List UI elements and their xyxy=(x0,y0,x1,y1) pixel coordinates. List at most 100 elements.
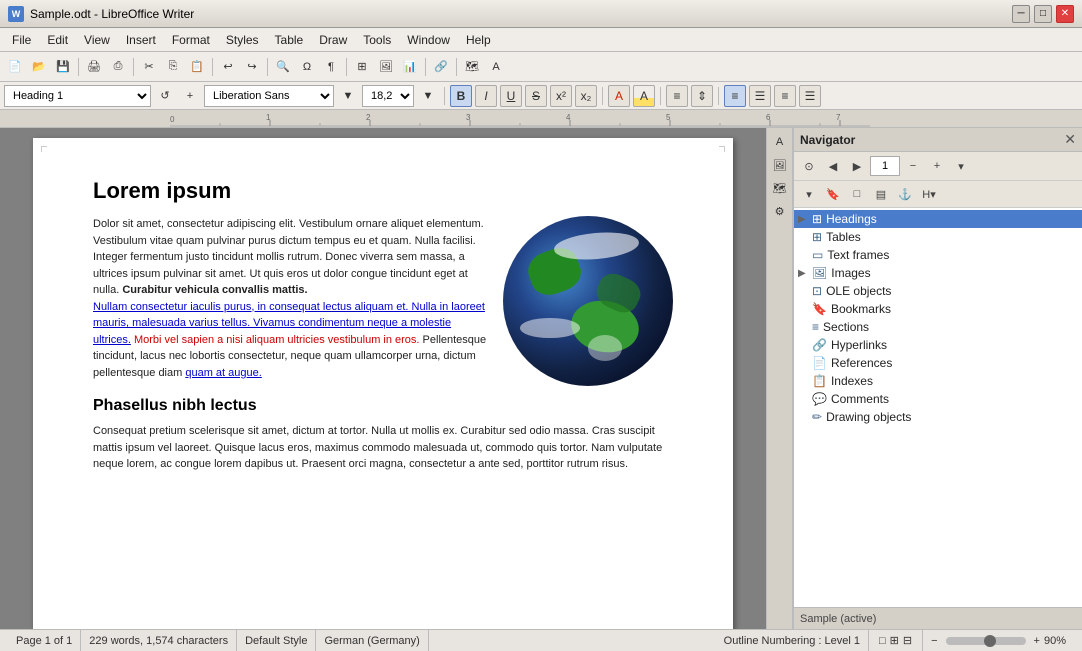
para1-red: Morbi vel sapien a nisi aliquam ultricie… xyxy=(134,334,420,346)
chart-button[interactable]: 📊 xyxy=(399,56,421,78)
navigator-panel: Navigator ✕ ⊙ ◀ ▶ 1 − + ▾ ▾ 🔖 □ ▤ ⚓ H▾ ▶ xyxy=(792,128,1082,629)
nonprint-button[interactable]: ¶ xyxy=(320,56,342,78)
superscript-button[interactable]: x² xyxy=(550,85,572,107)
font-color-button[interactable]: A xyxy=(608,85,630,107)
menu-file[interactable]: File xyxy=(4,31,39,49)
bookmarks-arrow xyxy=(798,304,812,315)
font-size-select[interactable]: 18,2 12 14 xyxy=(362,85,414,107)
subscript-button[interactable]: x₂ xyxy=(575,85,597,107)
highlight-button[interactable]: A xyxy=(633,85,655,107)
nav-next-btn[interactable]: ▶ xyxy=(846,155,868,177)
minimize-button[interactable]: ─ xyxy=(1012,5,1030,23)
print-button[interactable]: ⎙ xyxy=(107,56,129,78)
properties-btn[interactable]: ⚙ xyxy=(770,201,790,221)
strikethrough-button[interactable]: S xyxy=(525,85,547,107)
bold-button[interactable]: B xyxy=(450,85,472,107)
nav-item-sections[interactable]: ≡ Sections xyxy=(794,318,1082,336)
zoom-slider[interactable] xyxy=(946,637,1026,645)
new-button[interactable]: 📄 xyxy=(4,56,26,78)
navigator-side-btn[interactable]: 🗺 xyxy=(770,178,790,198)
nav-item-references[interactable]: 📄 References xyxy=(794,354,1082,372)
close-button[interactable]: ✕ xyxy=(1056,5,1074,23)
right-side-icons: A 🖼 🗺 ⚙ xyxy=(766,128,792,629)
nav-filter-btn[interactable]: ▾ xyxy=(798,183,820,205)
nav-anchor-btn[interactable]: ⚓ xyxy=(894,183,916,205)
menu-insert[interactable]: Insert xyxy=(118,31,164,49)
nav-item-headings[interactable]: ▶ ⊞ Headings xyxy=(794,210,1082,228)
nav-item-ole[interactable]: ⊡ OLE objects xyxy=(794,282,1082,300)
hyperlink-button[interactable]: 🔗 xyxy=(430,56,452,78)
nav-minus-btn[interactable]: − xyxy=(902,155,924,177)
style-refresh-button[interactable]: ↺ xyxy=(154,85,176,107)
find-button[interactable]: 🔍 xyxy=(272,56,294,78)
nav-item-images[interactable]: ▶ 🖼 Images xyxy=(794,264,1082,282)
italic-button[interactable]: I xyxy=(475,85,497,107)
layout-icon1[interactable]: □ xyxy=(879,635,886,647)
image-button[interactable]: 🖼 xyxy=(375,56,397,78)
nav-page-input[interactable]: 1 xyxy=(870,156,900,176)
font-dropdown-btn[interactable]: ▼ xyxy=(337,85,359,107)
table-button[interactable]: ⊞ xyxy=(351,56,373,78)
nav-item-comments[interactable]: 💬 Comments xyxy=(794,390,1082,408)
layout-icon3[interactable]: ⊟ xyxy=(903,634,912,647)
zoom-out-btn[interactable]: − xyxy=(931,635,937,647)
nav-item-bookmarks[interactable]: 🔖 Bookmarks xyxy=(794,300,1082,318)
nav-heading-btn[interactable]: H▾ xyxy=(918,183,940,205)
align-left-button[interactable]: ≡ xyxy=(724,85,746,107)
nav-item-drawing[interactable]: ✏ Drawing objects xyxy=(794,408,1082,426)
menu-table[interactable]: Table xyxy=(267,31,312,49)
maximize-button[interactable]: □ xyxy=(1034,5,1052,23)
nav-view2-btn[interactable]: ▤ xyxy=(870,183,892,205)
menu-help[interactable]: Help xyxy=(458,31,499,49)
menu-draw[interactable]: Draw xyxy=(311,31,355,49)
document-para1: Dolor sit amet, consectetur adipiscing e… xyxy=(93,216,673,381)
navigator-button[interactable]: 🗺 xyxy=(461,56,483,78)
paragraph-style-select[interactable]: Heading 1 Default Paragraph Style Headin… xyxy=(4,85,151,107)
align-center-button[interactable]: ☰ xyxy=(749,85,771,107)
nav-bookmark-btn[interactable]: 🔖 xyxy=(822,183,844,205)
statusbar-words: 229 words, 1,574 characters xyxy=(81,630,237,651)
zoom-in-btn[interactable]: + xyxy=(1034,635,1040,647)
save-button[interactable]: 💾 xyxy=(52,56,74,78)
underline-button[interactable]: U xyxy=(500,85,522,107)
nav-prev-btn[interactable]: ◀ xyxy=(822,155,844,177)
nav-menu-btn[interactable]: ▾ xyxy=(950,155,972,177)
menu-view[interactable]: View xyxy=(76,31,118,49)
undo-button[interactable]: ↩ xyxy=(217,56,239,78)
para-spacing-button[interactable]: ⇕ xyxy=(691,85,713,107)
navigator-close-button[interactable]: ✕ xyxy=(1064,131,1076,148)
nav-item-hyperlinks[interactable]: 🔗 Hyperlinks xyxy=(794,336,1082,354)
menu-edit[interactable]: Edit xyxy=(39,31,76,49)
navigator-titlebar: Navigator ✕ xyxy=(794,128,1082,152)
style-add-button[interactable]: + xyxy=(179,85,201,107)
styles-button[interactable]: A xyxy=(485,56,507,78)
nav-item-tables[interactable]: ⊞ Tables xyxy=(794,228,1082,246)
open-button[interactable]: 📂 xyxy=(28,56,50,78)
nav-plus-btn[interactable]: + xyxy=(926,155,948,177)
print-preview-button[interactable]: 🖨 xyxy=(83,56,105,78)
window-title: Sample.odt - LibreOffice Writer xyxy=(30,7,194,21)
para1-link[interactable]: quam at augue. xyxy=(185,367,261,379)
menu-tools[interactable]: Tools xyxy=(355,31,399,49)
nav-toggle-btn[interactable]: ⊙ xyxy=(798,155,820,177)
styles-panel-btn[interactable]: A xyxy=(770,132,790,152)
layout-icon2[interactable]: ⊞ xyxy=(890,634,899,647)
size-dropdown-btn[interactable]: ▼ xyxy=(417,85,439,107)
copy-button[interactable]: ⎘ xyxy=(162,56,184,78)
cut-button[interactable]: ✂ xyxy=(138,56,160,78)
gallery-btn[interactable]: 🖼 xyxy=(770,155,790,175)
nav-view1-btn[interactable]: □ xyxy=(846,183,868,205)
nav-item-textframes[interactable]: ▭ Text frames xyxy=(794,246,1082,264)
redo-button[interactable]: ↪ xyxy=(241,56,263,78)
menu-window[interactable]: Window xyxy=(399,31,458,49)
align-justify-button[interactable]: ☰ xyxy=(799,85,821,107)
font-name-select[interactable]: Liberation Sans Arial xyxy=(204,85,334,107)
nav-item-indexes[interactable]: 📋 Indexes xyxy=(794,372,1082,390)
line-spacing-button[interactable]: ≡ xyxy=(666,85,688,107)
menu-format[interactable]: Format xyxy=(164,31,218,49)
menu-styles[interactable]: Styles xyxy=(218,31,267,49)
paste-button[interactable]: 📋 xyxy=(186,56,208,78)
align-right-button[interactable]: ≡ xyxy=(774,85,796,107)
chars-button[interactable]: Ω xyxy=(296,56,318,78)
document-area[interactable]: Lorem ipsum Dolor sit amet, consectetur … xyxy=(0,128,766,629)
